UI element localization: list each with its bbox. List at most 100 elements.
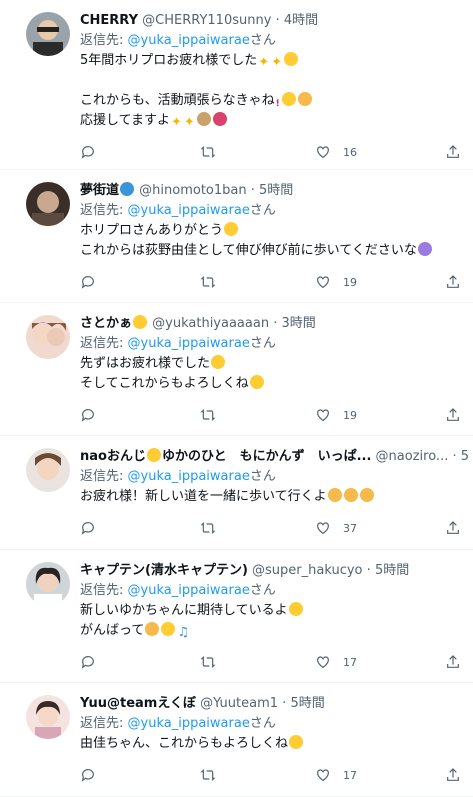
share-button[interactable] [445,141,461,163]
like-button[interactable]: 19 [315,271,357,293]
tweet-header: さとかぁ @yukathiyaaaaan · 3時間 [80,313,473,334]
reply-to: 返信先: @yuka_ippaiwaraeさん [80,31,473,51]
avatar[interactable] [26,315,70,359]
display-name[interactable]: Yuu@teamえくぼ [80,696,196,711]
user-handle[interactable]: @naoziro... [376,449,449,464]
reply-button[interactable] [80,651,96,673]
display-name[interactable]: CHERRY [80,13,138,28]
reply-button[interactable] [80,271,96,293]
display-name[interactable]: 夢街道 [80,183,119,198]
tweet[interactable]: さとかぁ @yukathiyaaaaan · 3時間 返信先: @yuka_ip… [0,303,473,436]
like-count: 19 [343,275,357,289]
like-icon [317,409,329,422]
avatar[interactable] [26,695,70,739]
avatar[interactable] [26,448,70,492]
reply-icon [81,769,94,782]
tweet[interactable]: Yuu@teamえくぼ @Yuuteam1 · 5時間 返信先: @yuka_i… [0,683,473,797]
reply-button[interactable] [80,517,96,539]
tweet[interactable]: 夢街道 @hinomoto1ban · 5時間 返信先: @yuka_ippai… [0,170,473,303]
display-name[interactable]: さとかぁ [80,316,132,331]
tweet-actions: 17 [80,645,473,679]
like-icon [317,522,329,535]
reply-handle-link[interactable]: @yuka_ippaiwarae [128,33,250,48]
user-handle[interactable]: @yukathiyaaaaan [152,316,269,331]
reply-suffix: さん [249,336,276,351]
dog-emoji [196,112,211,126]
reply-icon [81,276,94,289]
like-button[interactable]: 19 [315,404,357,426]
grinning-face-emoji [161,622,176,636]
tweet-text: 5年間ホリプロお疲れ様でした✦ ✦ これからも、活動頑張らなきゃね! 応援してます… [80,51,473,131]
reply-handle-link[interactable]: @yuka_ippaiwarae [128,203,250,218]
sunflower-emoji [133,315,148,329]
dolphin-emoji [120,182,135,196]
reply-prefix: 返信先: [80,583,128,598]
retweet-button[interactable] [200,651,216,673]
display-name[interactable]: キャプテン(清水キャプテン) [80,563,248,578]
reply-suffix: さん [249,583,276,598]
timestamp[interactable]: 5時間 [290,696,324,711]
retweet-button[interactable] [200,141,216,163]
timestamp[interactable]: 4時間 [284,13,318,28]
retweet-button[interactable] [200,404,216,426]
wizard-emoji [417,242,432,256]
user-handle[interactable]: @hinomoto1ban [139,183,246,198]
like-count: 19 [343,408,357,422]
tweet[interactable]: CHERRY @CHERRY110sunny · 4時間 返信先: @yuka_… [0,0,473,170]
reply-feed: CHERRY @CHERRY110sunny · 4時間 返信先: @yuka_… [0,0,473,797]
share-button[interactable] [445,271,461,293]
separator: · [282,696,287,711]
tweet-line: がんばって [80,623,145,638]
timestamp[interactable]: 3時間 [282,316,316,331]
share-button[interactable] [445,651,461,673]
smile-emoji [284,52,299,66]
reply-button[interactable] [80,404,96,426]
timestamp[interactable]: 5時間 [375,563,409,578]
reply-button[interactable] [80,764,96,786]
like-button[interactable]: 17 [315,764,357,786]
display-name[interactable]: naoおんじ [80,449,146,464]
tweet-text: お疲れ様！新しい道を一緒に歩いて行くよ [80,487,473,507]
avatar[interactable] [26,562,70,606]
timestamp[interactable]: 5時間 [259,183,293,198]
retweet-button[interactable] [200,764,216,786]
reply-to: 返信先: @yuka_ippaiwaraeさん [80,467,473,487]
reply-handle-link[interactable]: @yuka_ippaiwarae [128,716,250,731]
avatar[interactable] [26,182,70,226]
reply-button[interactable] [80,141,96,163]
like-button[interactable]: 37 [315,517,357,539]
smile-emoji [211,355,226,369]
reply-handle-link[interactable]: @yuka_ippaiwarae [128,469,250,484]
like-icon [317,276,329,289]
share-button[interactable] [445,404,461,426]
like-count: 17 [343,655,357,669]
reply-handle-link[interactable]: @yuka_ippaiwarae [128,583,250,598]
reply-icon [81,146,94,159]
share-button[interactable] [445,764,461,786]
avatar[interactable] [26,12,70,56]
user-handle[interactable]: @CHERRY110sunny [142,13,271,28]
display-name-suffix[interactable]: ゆかのひと もにかんず いっぱ... [162,449,371,464]
retweet-button[interactable] [200,517,216,539]
share-icon [447,521,459,534]
thumbs-up-emoji [327,488,342,502]
like-button[interactable]: 16 [315,141,357,163]
tweet[interactable]: キャプテン(清水キャプテン) @super_hakucyo · 5時間 返信先:… [0,550,473,683]
separator: · [366,563,371,578]
share-icon [447,655,459,668]
reply-prefix: 返信先: [80,203,128,218]
like-button[interactable]: 17 [315,651,357,673]
clapping-emoji [359,488,374,502]
separator: · [452,449,457,464]
user-handle[interactable]: @super_hakucyo [252,563,362,578]
share-button[interactable] [445,517,461,539]
tweet[interactable]: naoおんじ ゆかのひと もにかんず いっぱ... @naoziro... · 5… [0,436,473,550]
timestamp[interactable]: 5 [461,449,469,464]
retweet-button[interactable] [200,271,216,293]
thumbs-up-emoji [297,92,312,106]
tweet-line: ホリプロさんありがとう [80,223,224,238]
reply-icon [81,656,94,669]
tweet-line: 由佳ちゃん、これからもよろしくね [80,736,289,751]
reply-handle-link[interactable]: @yuka_ippaiwarae [128,336,250,351]
user-handle[interactable]: @Yuuteam1 [200,696,278,711]
